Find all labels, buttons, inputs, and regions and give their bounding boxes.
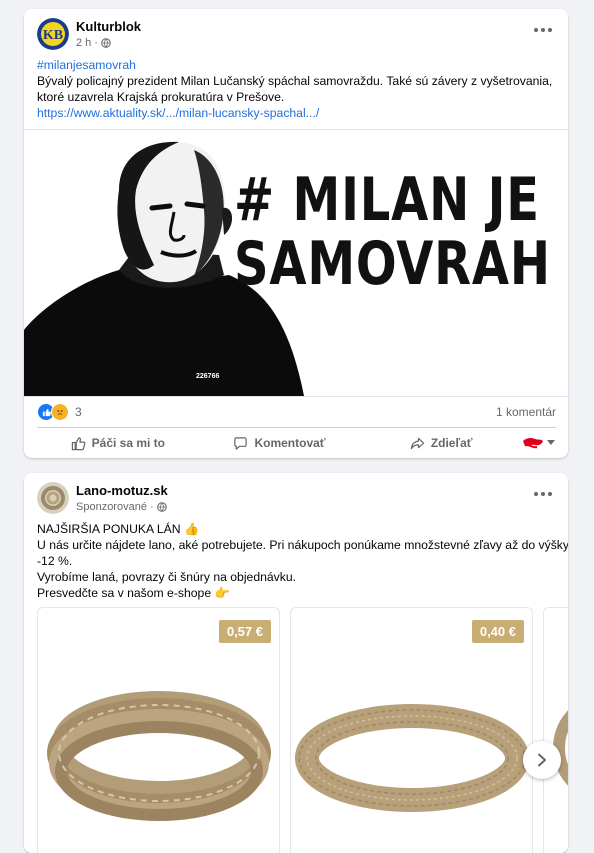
product-card[interactable]: 0,40 € <box>290 607 533 853</box>
post-text-line: Bývalý policajný prezident Milan Lučansk… <box>37 74 553 88</box>
product-card[interactable] <box>543 607 568 853</box>
more-icon <box>534 28 538 32</box>
price-badge: 0,40 € <box>471 620 524 643</box>
ad-text-line: U nás určite nájdete lano, aké potrebuje… <box>37 538 568 552</box>
price-badge: 0,57 € <box>218 620 271 643</box>
chevron-right-icon <box>538 753 546 767</box>
post-meta: 2 h · <box>76 37 111 49</box>
rope-coil-image <box>47 691 271 821</box>
share-label: Zdieľať <box>430 436 473 450</box>
share-audience-selector[interactable] <box>522 435 556 451</box>
post-time[interactable]: 2 h <box>76 37 91 49</box>
comment-icon <box>234 436 248 450</box>
post-text: #milanjesamovrah Bývalý policajný prezid… <box>37 57 556 121</box>
post-image[interactable]: 226766 # MILAN JE SAMOVRAH <box>24 129 568 397</box>
image-title-line2: SAMOVRAH <box>234 229 551 299</box>
post-actions: Páči sa mi to Komentovať Zdieľať <box>37 429 556 457</box>
like-icon <box>71 436 86 450</box>
ad-text-line: -12 %. <box>37 554 73 568</box>
sad-reaction-icon <box>51 403 69 421</box>
ad-text-line: Presvedčte sa v našom e-shope 👉 <box>37 586 230 600</box>
share-button[interactable]: Zdieľať <box>360 436 522 451</box>
comment-button[interactable]: Komentovať <box>199 436 361 451</box>
ad-text: NAJŠIRŠIA PONUKA LÁN 👍 U nás určite nájd… <box>37 521 568 601</box>
sponsored-label[interactable]: Sponzorované <box>76 501 147 513</box>
globe-icon <box>101 38 111 48</box>
reaction-count: 3 <box>75 405 82 419</box>
shirt-number: 226766 <box>196 373 220 380</box>
ad-text-line: Vyrobíme laná, povrazy či šnúry na objed… <box>37 570 297 584</box>
comment-count[interactable]: 1 komentár <box>496 405 556 419</box>
comment-label: Komentovať <box>254 436 326 450</box>
share-icon <box>410 437 425 449</box>
like-label: Páči sa mi to <box>91 436 166 450</box>
article-link[interactable]: https://www.aktuality.sk/.../milan-lucan… <box>37 105 556 121</box>
post-kulturblok: KB Kulturblok 2 h · #milanjesamovrah Býv… <box>24 9 568 458</box>
ad-text-line: NAJŠIRŠIA PONUKA LÁN 👍 <box>37 522 200 536</box>
hashtag-link[interactable]: #milanjesamovrah <box>37 57 556 73</box>
reactions-summary[interactable]: 3 <box>37 403 82 421</box>
post-author[interactable]: Kulturblok <box>76 19 141 34</box>
product-carousel: 0,57 € 0,40 € <box>37 607 568 853</box>
post-author[interactable]: Lano-motuz.sk <box>76 483 168 498</box>
svg-text:KB: KB <box>43 28 63 43</box>
globe-icon <box>156 502 167 512</box>
more-options-button[interactable] <box>532 25 554 35</box>
carousel-next-button[interactable] <box>523 741 561 779</box>
like-button[interactable]: Páči sa mi to <box>37 436 199 451</box>
more-options-button[interactable] <box>532 489 554 499</box>
product-card[interactable]: 0,57 € <box>37 607 280 853</box>
page-avatar-lano-motuz[interactable] <box>37 482 69 514</box>
profile-avatar-icon <box>523 437 544 449</box>
image-title-line1: # MILAN JE <box>234 165 540 235</box>
more-icon <box>534 492 538 496</box>
page-avatar-kulturblok[interactable]: KB <box>37 18 69 50</box>
post-meta: Sponzorované · <box>76 501 167 513</box>
post-lano-motuz: Lano-motuz.sk Sponzorované · NAJŠIRŠIA P… <box>24 473 568 853</box>
divider <box>37 427 556 428</box>
chevron-down-icon <box>547 440 556 445</box>
post-text-line: ktoré uzavrela Krajská prokuratúra v Pre… <box>37 90 285 104</box>
rope-coil-image <box>295 704 529 812</box>
